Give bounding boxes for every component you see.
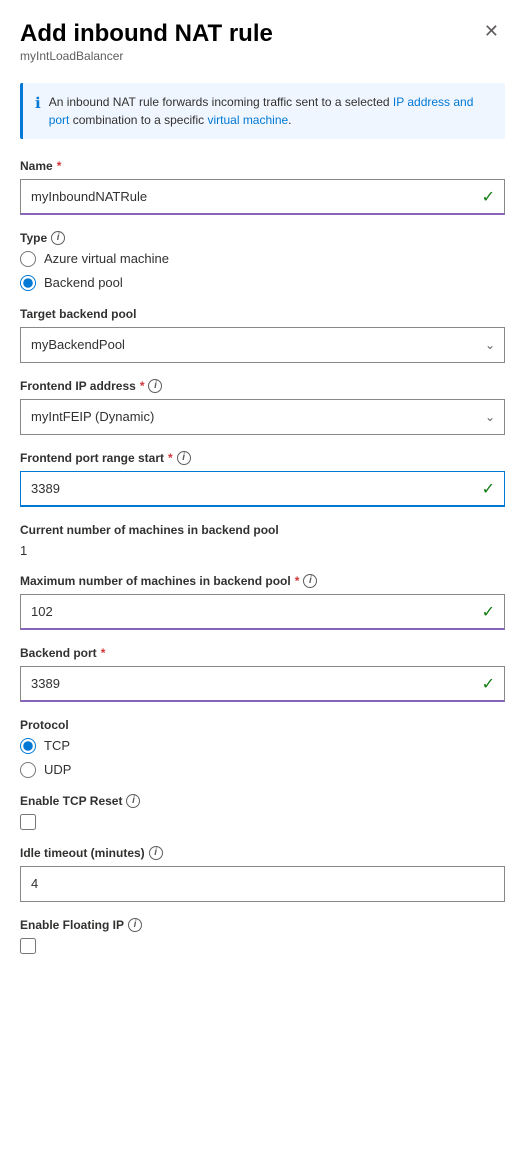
floating-ip-info-icon[interactable]: i [128,918,142,932]
name-field-group: Name * ✓ [20,159,505,215]
close-button[interactable]: ✕ [478,20,505,42]
target-backend-pool-label: Target backend pool [20,307,505,321]
info-text: An inbound NAT rule forwards incoming tr… [49,93,493,129]
protocol-field-group: Protocol TCP UDP [20,718,505,778]
name-input[interactable] [20,179,505,215]
frontend-port-input[interactable] [20,471,505,507]
idle-timeout-group: Idle timeout (minutes) i [20,846,505,902]
name-required: * [57,159,62,173]
protocol-udp-option[interactable]: UDP [20,762,505,778]
frontend-port-info-icon[interactable]: i [177,451,191,465]
target-backend-pool-wrapper: myBackendPool ⌄ [20,327,505,363]
protocol-tcp-radio[interactable] [20,738,36,754]
frontend-ip-select[interactable]: myIntFEIP (Dynamic) [20,399,505,435]
enable-tcp-reset-checkbox[interactable] [20,814,36,830]
protocol-udp-radio[interactable] [20,762,36,778]
max-machines-label: Maximum number of machines in backend po… [20,574,505,588]
type-backend-pool-option[interactable]: Backend pool [20,275,505,291]
max-machines-info-icon[interactable]: i [303,574,317,588]
backend-port-group: Backend port * ✓ [20,646,505,702]
enable-tcp-reset-checkbox-wrapper [20,814,505,830]
current-machines-group: Current number of machines in backend po… [20,523,505,558]
enable-tcp-reset-label: Enable TCP Reset i [20,794,505,808]
name-label: Name * [20,159,505,173]
protocol-tcp-label: TCP [44,738,70,753]
type-azure-vm-label: Azure virtual machine [44,251,169,266]
frontend-port-label: Frontend port range start * i [20,451,505,465]
frontend-ip-label: Frontend IP address * i [20,379,505,393]
frontend-ip-info-icon[interactable]: i [148,379,162,393]
add-nat-rule-panel: Add inbound NAT rule myIntLoadBalancer ✕… [0,0,525,1000]
current-machines-label: Current number of machines in backend po… [20,523,505,537]
protocol-radio-group: TCP UDP [20,738,505,778]
protocol-tcp-option[interactable]: TCP [20,738,505,754]
frontend-port-input-wrapper: ✓ [20,471,505,507]
max-machines-group: Maximum number of machines in backend po… [20,574,505,630]
tcp-reset-info-icon[interactable]: i [126,794,140,808]
max-machines-check-icon: ✓ [482,602,495,622]
max-machines-input[interactable] [20,594,505,630]
type-azure-vm-option[interactable]: Azure virtual machine [20,251,505,267]
backend-port-required: * [101,646,106,660]
panel-title: Add inbound NAT rule [20,20,273,49]
type-info-icon[interactable]: i [51,231,65,245]
max-machines-required: * [295,574,300,588]
frontend-ip-group: Frontend IP address * i myIntFEIP (Dynam… [20,379,505,435]
backend-port-label: Backend port * [20,646,505,660]
protocol-label: Protocol [20,718,505,732]
type-field-group: Type i Azure virtual machine Backend poo… [20,231,505,291]
enable-floating-ip-checkbox[interactable] [20,938,36,954]
enable-tcp-reset-group: Enable TCP Reset i [20,794,505,830]
type-backend-pool-label: Backend pool [44,275,123,290]
backend-port-input-wrapper: ✓ [20,666,505,702]
idle-timeout-info-icon[interactable]: i [149,846,163,860]
frontend-port-required: * [168,451,173,465]
type-radio-group: Azure virtual machine Backend pool [20,251,505,291]
enable-floating-ip-label: Enable Floating IP i [20,918,505,932]
max-machines-input-wrapper: ✓ [20,594,505,630]
type-azure-vm-radio[interactable] [20,251,36,267]
enable-floating-ip-checkbox-wrapper [20,938,505,954]
info-icon: ℹ [35,94,41,112]
frontend-port-check-icon: ✓ [482,479,495,499]
frontend-ip-wrapper: myIntFEIP (Dynamic) ⌄ [20,399,505,435]
backend-port-input[interactable] [20,666,505,702]
current-machines-value: 1 [20,543,505,558]
panel-subtitle: myIntLoadBalancer [20,49,273,63]
info-box: ℹ An inbound NAT rule forwards incoming … [20,83,505,139]
type-label: Type i [20,231,505,245]
backend-port-check-icon: ✓ [482,674,495,694]
panel-header: Add inbound NAT rule myIntLoadBalancer ✕ [20,20,505,79]
protocol-udp-label: UDP [44,762,71,777]
enable-floating-ip-group: Enable Floating IP i [20,918,505,954]
name-input-wrapper: ✓ [20,179,505,215]
target-backend-pool-select[interactable]: myBackendPool [20,327,505,363]
target-backend-pool-group: Target backend pool myBackendPool ⌄ [20,307,505,363]
type-backend-pool-radio[interactable] [20,275,36,291]
frontend-ip-required: * [140,379,145,393]
frontend-port-group: Frontend port range start * i ✓ [20,451,505,507]
name-check-icon: ✓ [482,187,495,207]
idle-timeout-label: Idle timeout (minutes) i [20,846,505,860]
idle-timeout-input[interactable] [20,866,505,902]
